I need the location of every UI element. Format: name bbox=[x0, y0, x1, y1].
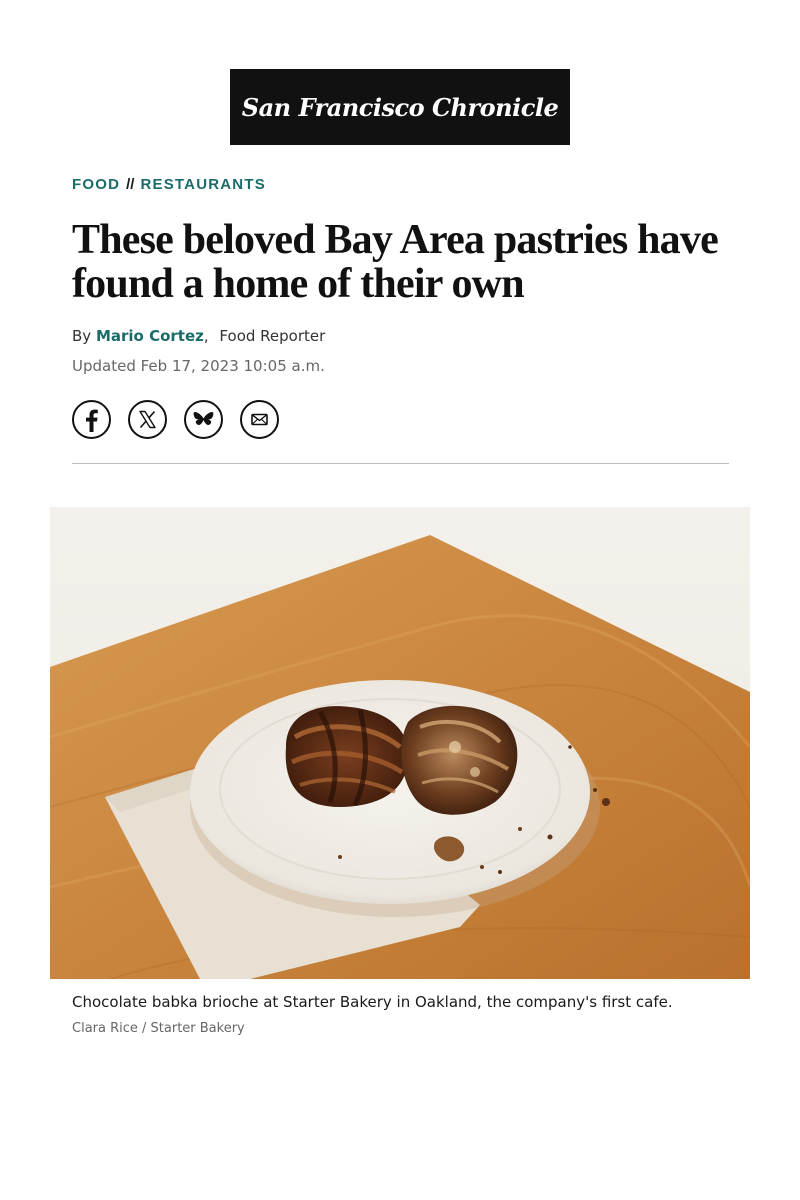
photo-credit: Clara Rice / Starter Bakery bbox=[72, 1021, 245, 1036]
article-headline: These beloved Bay Area pastries have fou… bbox=[72, 217, 719, 307]
section-link-restaurants[interactable]: RESTAURANTS bbox=[140, 176, 265, 193]
share-x-button[interactable] bbox=[128, 400, 167, 439]
share-bar bbox=[72, 400, 279, 439]
share-email-button[interactable] bbox=[240, 400, 279, 439]
email-icon bbox=[242, 402, 277, 437]
babka-photo-illustration bbox=[50, 507, 750, 979]
hero-photo[interactable] bbox=[50, 507, 750, 979]
author-role: Food Reporter bbox=[219, 327, 326, 345]
breadcrumb-separator: // bbox=[126, 176, 135, 193]
facebook-icon bbox=[74, 402, 109, 437]
share-facebook-button[interactable] bbox=[72, 400, 111, 439]
author-link[interactable]: Mario Cortez bbox=[96, 327, 204, 345]
photo-caption: Chocolate babka brioche at Starter Baker… bbox=[72, 993, 673, 1011]
masthead-logo-text: San Francisco Chronicle bbox=[241, 92, 559, 122]
byline: By Mario Cortez, Food Reporter bbox=[72, 327, 325, 345]
section-link-food[interactable]: FOOD bbox=[72, 176, 120, 193]
updated-timestamp: Updated Feb 17, 2023 10:05 a.m. bbox=[72, 357, 325, 375]
author-separator: , bbox=[203, 327, 209, 345]
byline-prefix: By bbox=[72, 327, 92, 345]
header-divider bbox=[72, 463, 729, 464]
share-bluesky-button[interactable] bbox=[184, 400, 223, 439]
section-breadcrumb: FOOD // RESTAURANTS bbox=[72, 176, 266, 193]
x-icon bbox=[130, 402, 165, 437]
bluesky-icon bbox=[186, 402, 221, 437]
masthead-logo[interactable]: San Francisco Chronicle bbox=[230, 69, 570, 145]
babka-left bbox=[285, 706, 409, 807]
